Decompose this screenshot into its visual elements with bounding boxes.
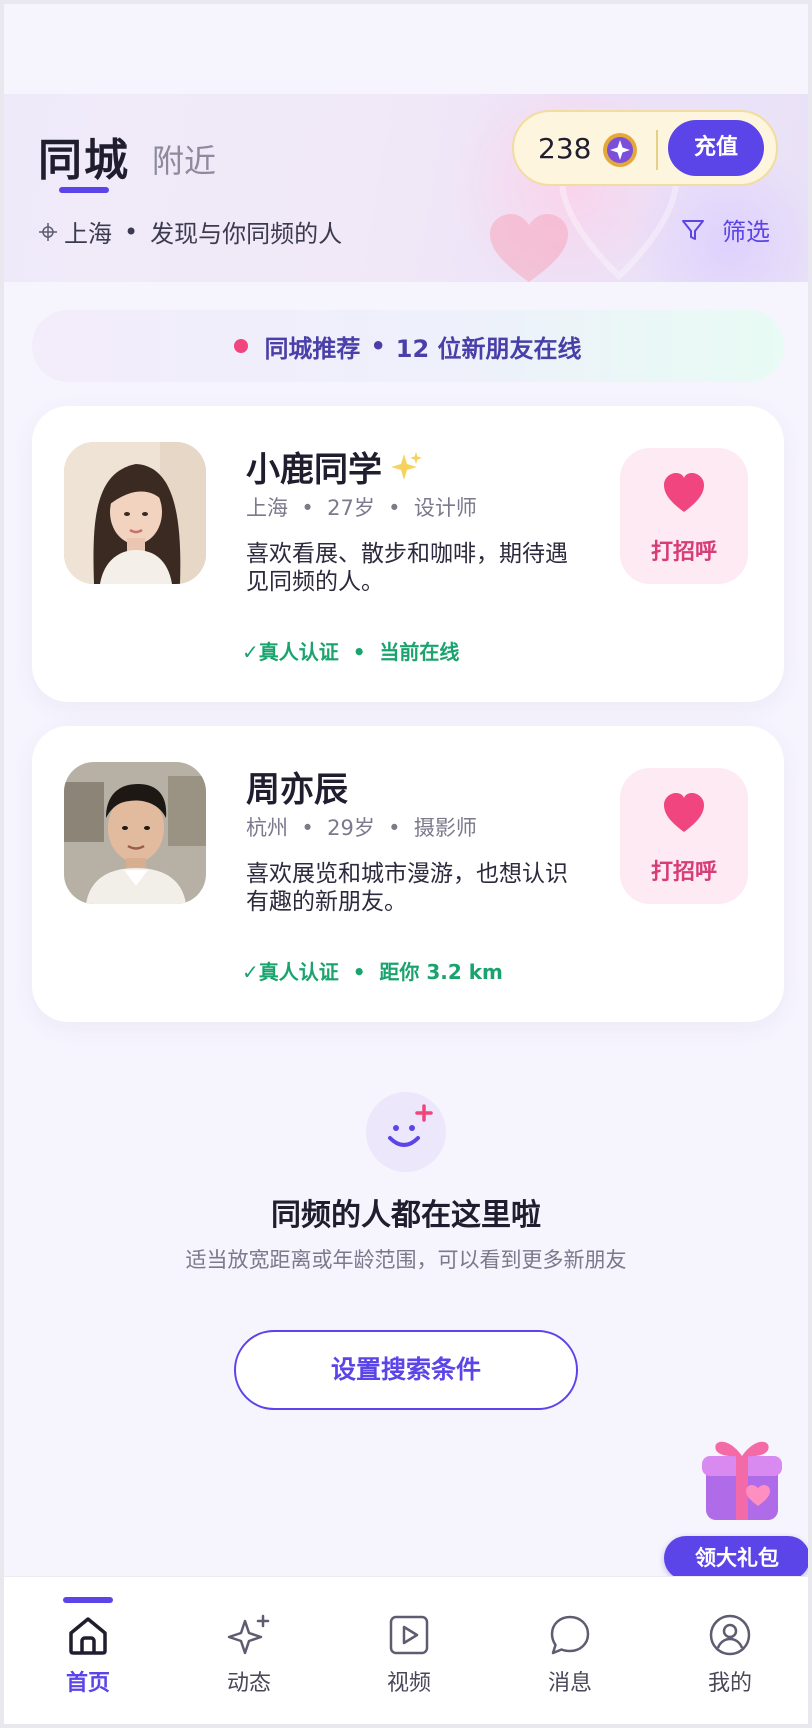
chat-icon xyxy=(550,1615,590,1655)
nav-messages[interactable]: 消息 xyxy=(490,1577,650,1724)
greet-label: 打招呼 xyxy=(650,540,717,565)
profile-meta: 上海 • 27岁 • 设计师 xyxy=(246,496,477,520)
filter-icon xyxy=(682,219,704,240)
video-icon xyxy=(389,1615,429,1655)
home-icon xyxy=(69,1617,107,1655)
nav-home[interactable]: 首页 xyxy=(8,1577,168,1724)
coin-balance[interactable]: 238 充值 xyxy=(512,110,778,186)
header-tagline: 发现与你同频的人 xyxy=(150,220,343,248)
greet-label: 打招呼 xyxy=(650,860,717,885)
verified-badge: ✓真人认证 xyxy=(242,960,339,984)
location-line: 上海 • 发现与你同频的人 xyxy=(38,214,342,249)
nav-label: 我的 xyxy=(707,1671,752,1696)
heart-icon xyxy=(664,473,704,512)
banner-online-count: 12 位新朋友在线 xyxy=(395,334,582,363)
empty-state-subtitle: 适当放宽距离或年龄范围，可以看到更多新朋友 xyxy=(185,1248,627,1272)
online-status: 当前在线 xyxy=(379,640,460,664)
profile-name: 周亦辰 xyxy=(246,770,348,810)
tab-nearby[interactable]: 附近 xyxy=(152,136,216,182)
tab-same-city[interactable]: 同城 xyxy=(38,124,130,188)
distance-status: 距你 3.2 km xyxy=(379,960,503,984)
online-dot xyxy=(234,339,249,353)
search-settings-button[interactable]: 设置搜索条件 xyxy=(234,1330,578,1410)
profile-badges: ✓真人认证 • 当前在线 xyxy=(242,640,460,664)
app-screen: 同城 附近 238 充值 上海 • 发现与你同频的人 筛选 同城推荐 • 12 … xyxy=(4,4,808,1724)
coin-divider xyxy=(656,130,658,170)
bottom-nav: 首页 动态 视频 消息 我的 xyxy=(4,1576,808,1724)
sparkle-icon xyxy=(391,451,422,480)
coin-icon xyxy=(603,133,637,167)
empty-state-title: 同频的人都在这里啦 xyxy=(271,1198,541,1233)
nav-label: 消息 xyxy=(547,1671,592,1696)
greet-button[interactable]: 打招呼 xyxy=(620,768,748,904)
nav-moments[interactable]: 动态 xyxy=(169,1577,329,1724)
profile-icon xyxy=(709,1614,751,1656)
profile-bio: 喜欢看展、散步和咖啡，期待遇见同频的人。 xyxy=(246,541,568,595)
nav-active-indicator xyxy=(63,1597,113,1603)
heart-decoration-icon xyxy=(490,214,568,282)
avatar[interactable] xyxy=(64,442,206,584)
filter-button[interactable]: 筛选 xyxy=(680,212,770,247)
gift-box-icon[interactable] xyxy=(698,1426,786,1526)
profile-card[interactable]: 小鹿同学 上海 • 27岁 • 设计师 喜欢看展、散步和咖啡，期待遇见同频的人。… xyxy=(32,406,784,702)
filter-label: 筛选 xyxy=(722,218,770,246)
coin-count: 238 xyxy=(538,132,592,165)
nav-video[interactable]: 视频 xyxy=(329,1577,489,1724)
greet-button[interactable]: 打招呼 xyxy=(620,448,748,584)
profile-name: 小鹿同学 xyxy=(246,442,424,491)
avatar-photo-man xyxy=(64,762,206,904)
tab-active-indicator xyxy=(59,187,109,193)
nav-profile[interactable]: 我的 xyxy=(650,1577,808,1724)
nav-label: 动态 xyxy=(226,1671,271,1696)
profile-card[interactable]: 周亦辰 杭州 • 29岁 • 摄影师 喜欢展览和城市漫游，也想认识有趣的新朋友。… xyxy=(32,726,784,1022)
nav-label: 视频 xyxy=(386,1671,431,1696)
profile-bio: 喜欢展览和城市漫游，也想认识有趣的新朋友。 xyxy=(246,861,568,915)
nav-label: 首页 xyxy=(65,1671,110,1696)
heart-icon xyxy=(664,793,704,832)
gift-pack-button[interactable]: 领大礼包 xyxy=(664,1536,808,1580)
crosshair-icon xyxy=(39,222,57,241)
status-bar xyxy=(4,4,808,94)
profile-badges: ✓真人认证 • 距你 3.2 km xyxy=(242,960,503,984)
recommend-banner: 同城推荐 • 12 位新朋友在线 xyxy=(32,310,784,382)
sparkle-icon xyxy=(227,1614,270,1655)
smile-plus-icon xyxy=(366,1092,446,1172)
verified-badge: ✓真人认证 xyxy=(242,640,339,664)
current-city[interactable]: 上海 xyxy=(64,214,112,249)
profile-meta: 杭州 • 29岁 • 摄影师 xyxy=(246,816,477,840)
banner-title: 同城推荐 xyxy=(264,334,361,363)
avatar-photo-woman xyxy=(64,442,206,584)
avatar[interactable] xyxy=(64,762,206,904)
recharge-button[interactable]: 充值 xyxy=(668,120,764,176)
